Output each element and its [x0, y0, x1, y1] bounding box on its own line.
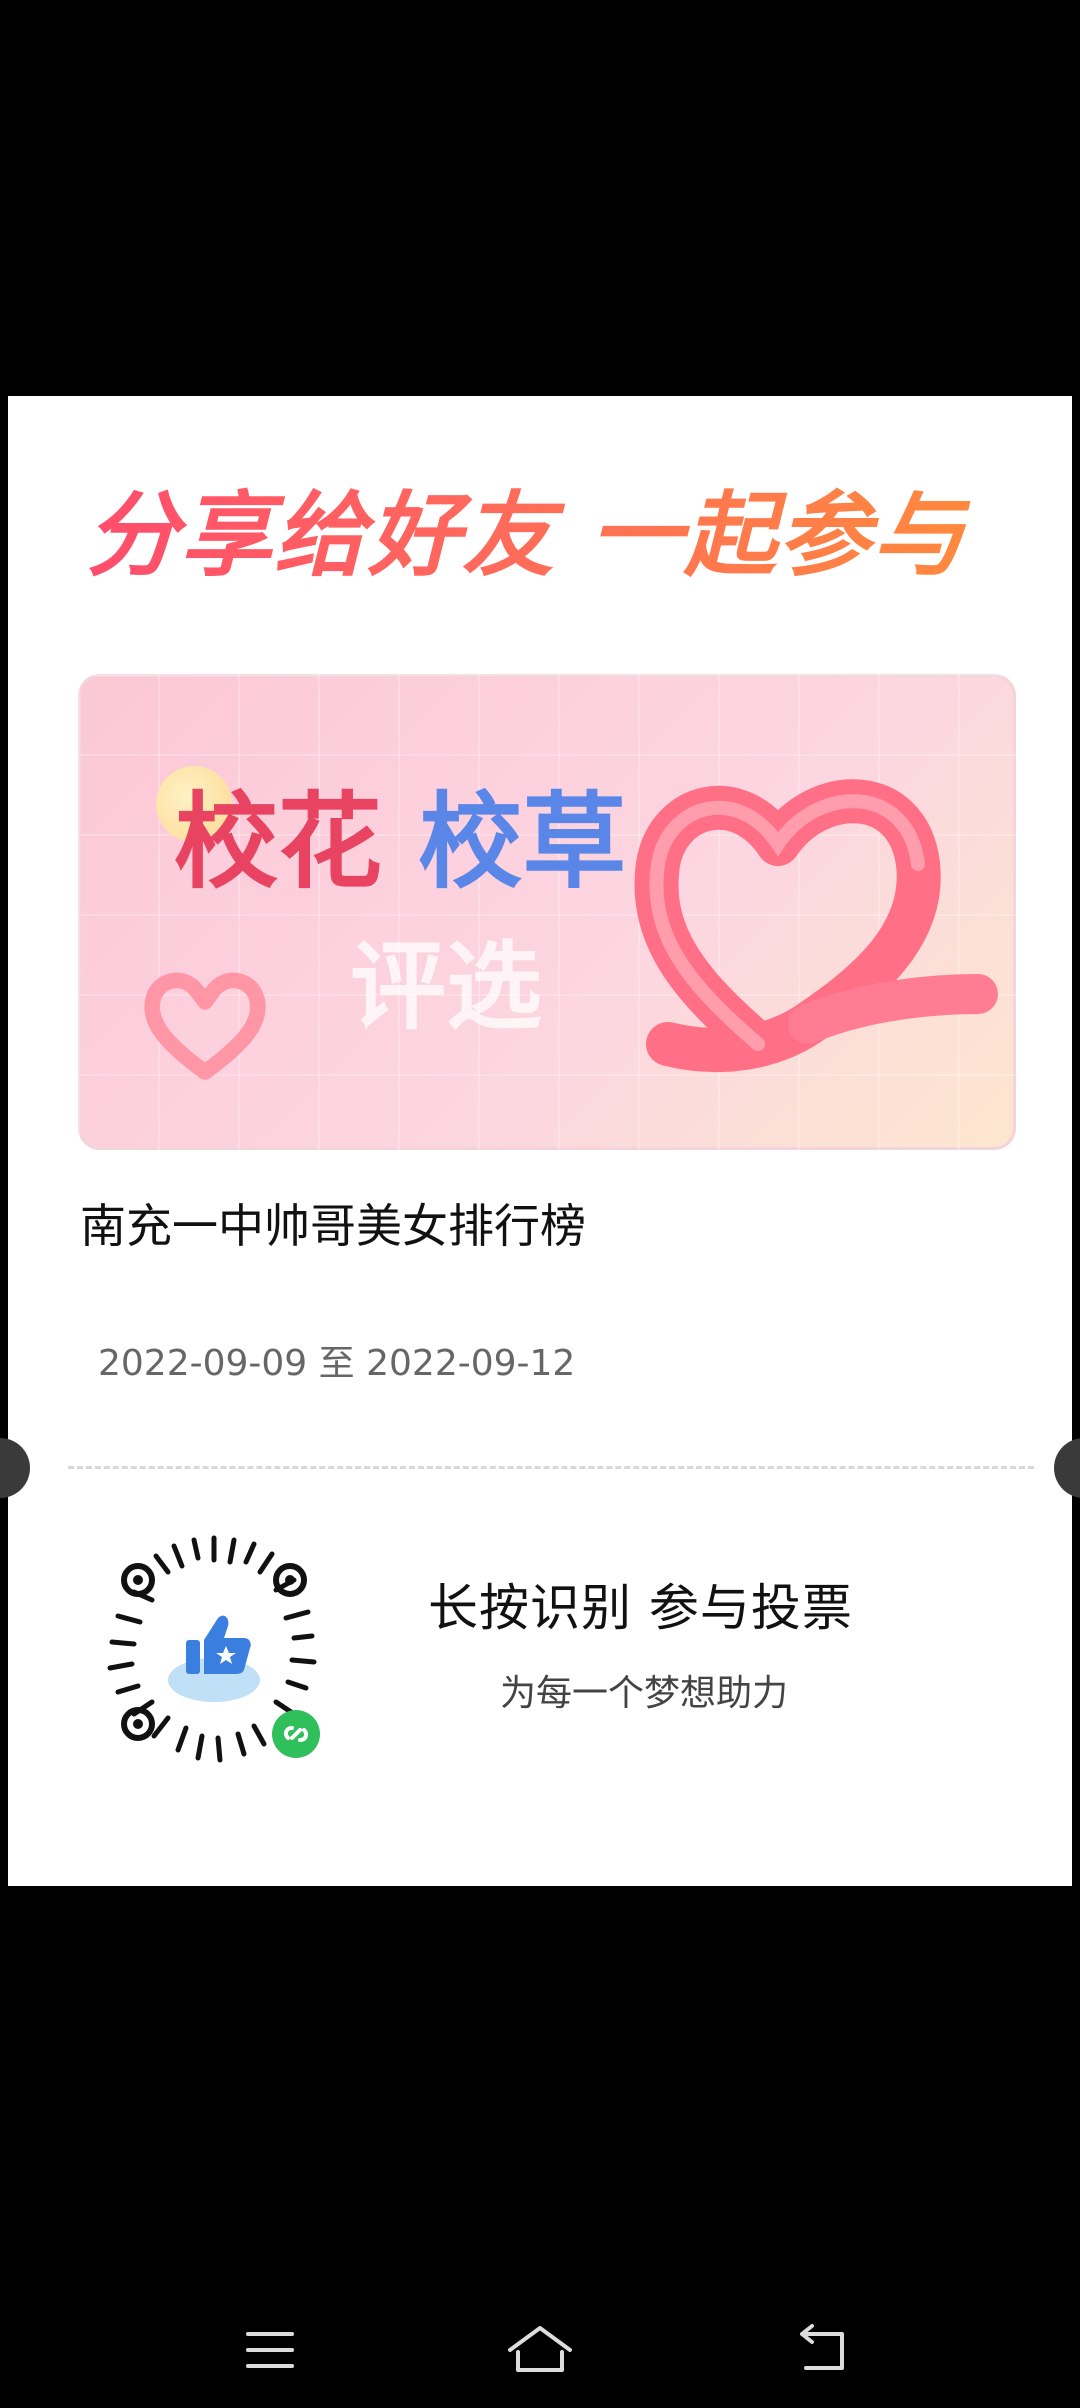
system-nav-bar [0, 2300, 1080, 2408]
banner-title-a: 校花 [174, 781, 383, 903]
share-title: 分享给好友 一起参与 [86, 476, 986, 596]
back-icon[interactable] [784, 2320, 864, 2380]
ticket-notch-left [0, 1438, 30, 1498]
share-poster-card: 分享给好友 一起参与 校花 校草 评选 南充一中帅哥美女排行榜 2022-09-… [0, 396, 1080, 1886]
banner-title-b: 校草 [418, 781, 627, 903]
dashed-divider [68, 1466, 1034, 1469]
event-date-range: 2022-09-09 至 2022-09-12 [98, 1343, 576, 1384]
event-name: 南充一中帅哥美女排行榜 [80, 1199, 586, 1253]
mini-program-qr-icon[interactable] [94, 1532, 334, 1772]
event-banner-image: 校花 校草 评选 [78, 674, 1016, 1150]
home-icon[interactable] [500, 2320, 580, 2380]
menu-icon[interactable] [230, 2320, 310, 2380]
cta-title: 长按识别 参与投票 [428, 1579, 853, 1637]
cta-subtitle: 为每一个梦想助力 [500, 1673, 789, 1714]
banner-title: 校花 校草 [174, 782, 626, 902]
banner-subtitle: 评选 [350, 931, 542, 1043]
ticket-notch-right [1054, 1438, 1080, 1498]
small-heart-icon [144, 972, 266, 1080]
big-heart-icon [634, 779, 998, 1073]
